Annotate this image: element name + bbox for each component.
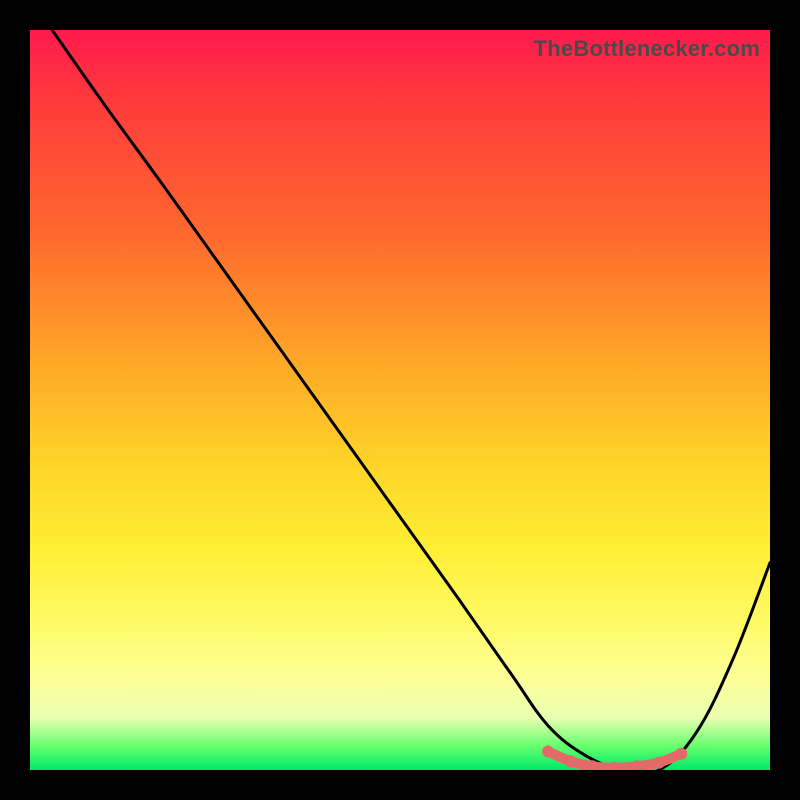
optimal-point (564, 755, 576, 767)
chart-frame: TheBottlenecker.com (30, 30, 770, 770)
chart-svg (30, 30, 770, 770)
optimal-point (653, 757, 665, 769)
optimal-point (542, 746, 554, 758)
watermark-text: TheBottlenecker.com (534, 36, 760, 62)
bottleneck-curve (52, 30, 770, 770)
optimal-point (675, 748, 687, 760)
